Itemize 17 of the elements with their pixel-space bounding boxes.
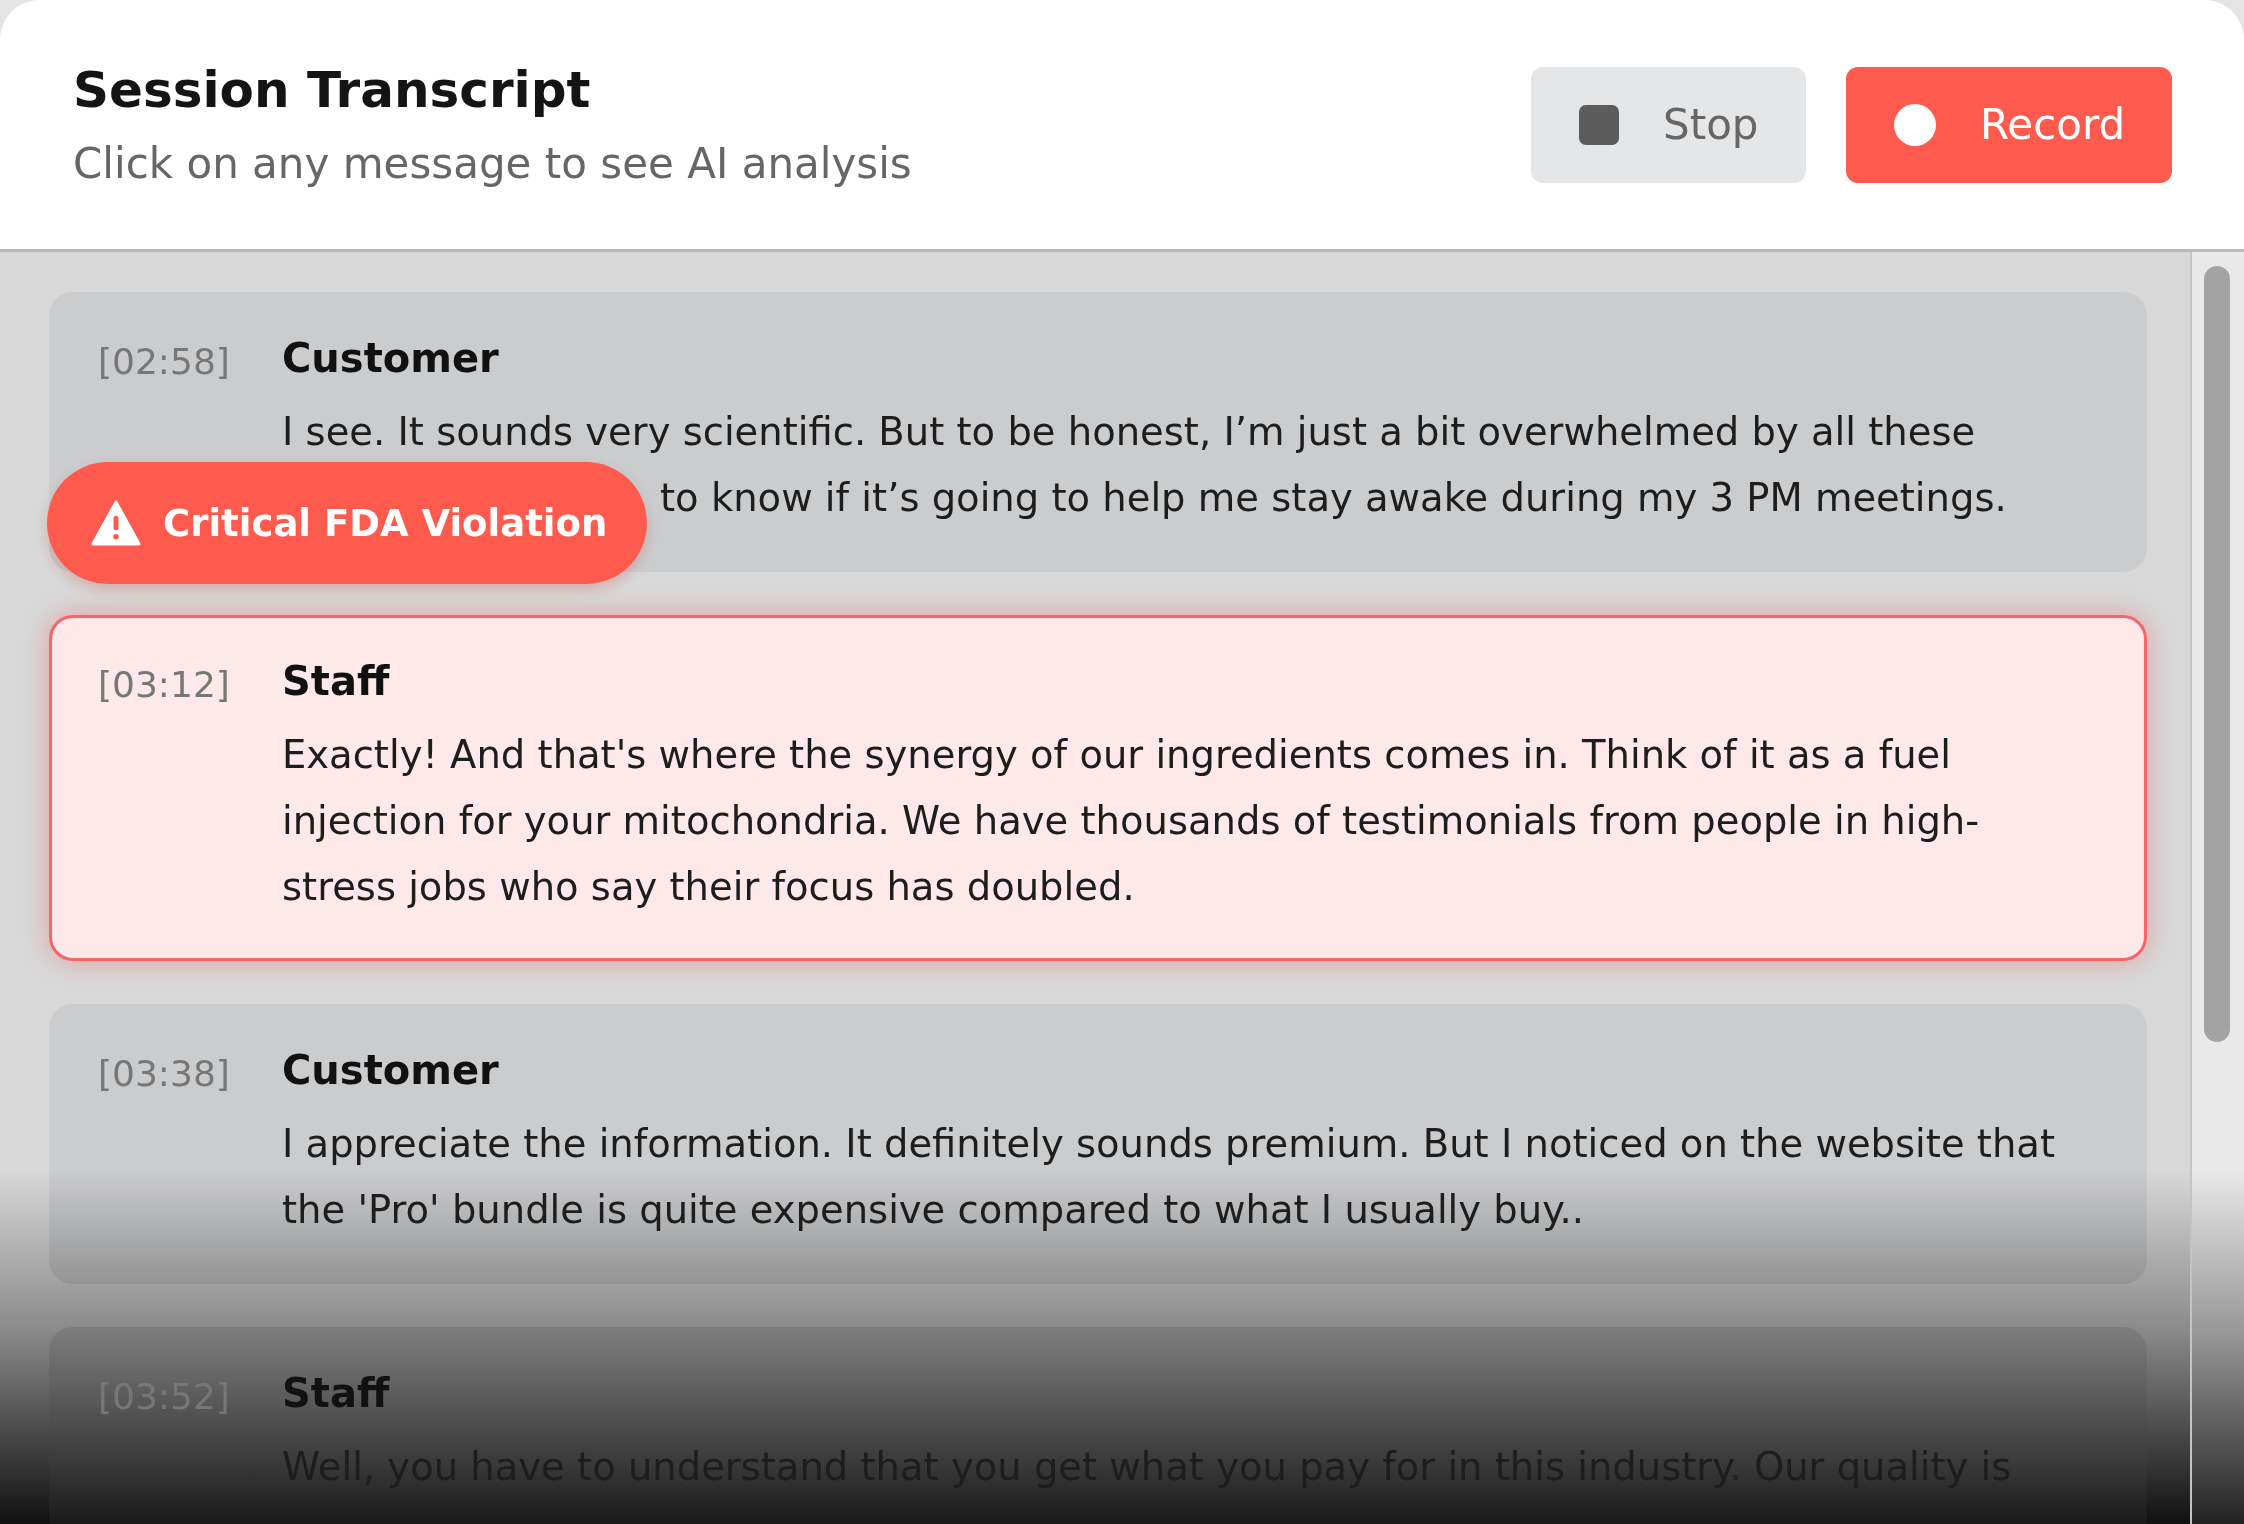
- speaker-name: Staff: [282, 1370, 390, 1416]
- message-time: [03:12]: [98, 663, 231, 705]
- message-line: to know if it’s going to help me stay awake during my 3 PM meetings.: [660, 474, 2007, 522]
- message-time: [03:38]: [98, 1052, 231, 1094]
- message-line: I see. It sounds very scientific. But to be honest, I’m just a bit overwhelmed by all these: [282, 408, 1976, 456]
- page-title: Session Transcript: [73, 61, 592, 119]
- message-time: [02:58]: [98, 340, 231, 382]
- message-line: the 'Pro' bundle is quite expensive compared to what I usually buy..: [282, 1186, 1584, 1234]
- violation-label: Critical FDA Violation: [163, 501, 608, 545]
- speaker-name: Customer: [282, 1047, 499, 1093]
- message-line: stress jobs who say their focus has doubled.: [282, 863, 1135, 911]
- message-line: I appreciate the information. It definitely sounds premium. But I noticed on the website that: [282, 1120, 2055, 1168]
- speaker-name: Customer: [282, 335, 499, 381]
- page-subtitle: Click on any message to see AI analysis: [73, 139, 912, 188]
- message-line: Exactly! And that's where the synergy of our ingredients comes in. Think of it as a fuel: [282, 731, 1951, 779]
- speaker-name: Staff: [282, 658, 390, 704]
- message-line: injection for your mitochondria. We have thousands of testimonials from people in high-: [282, 797, 1980, 845]
